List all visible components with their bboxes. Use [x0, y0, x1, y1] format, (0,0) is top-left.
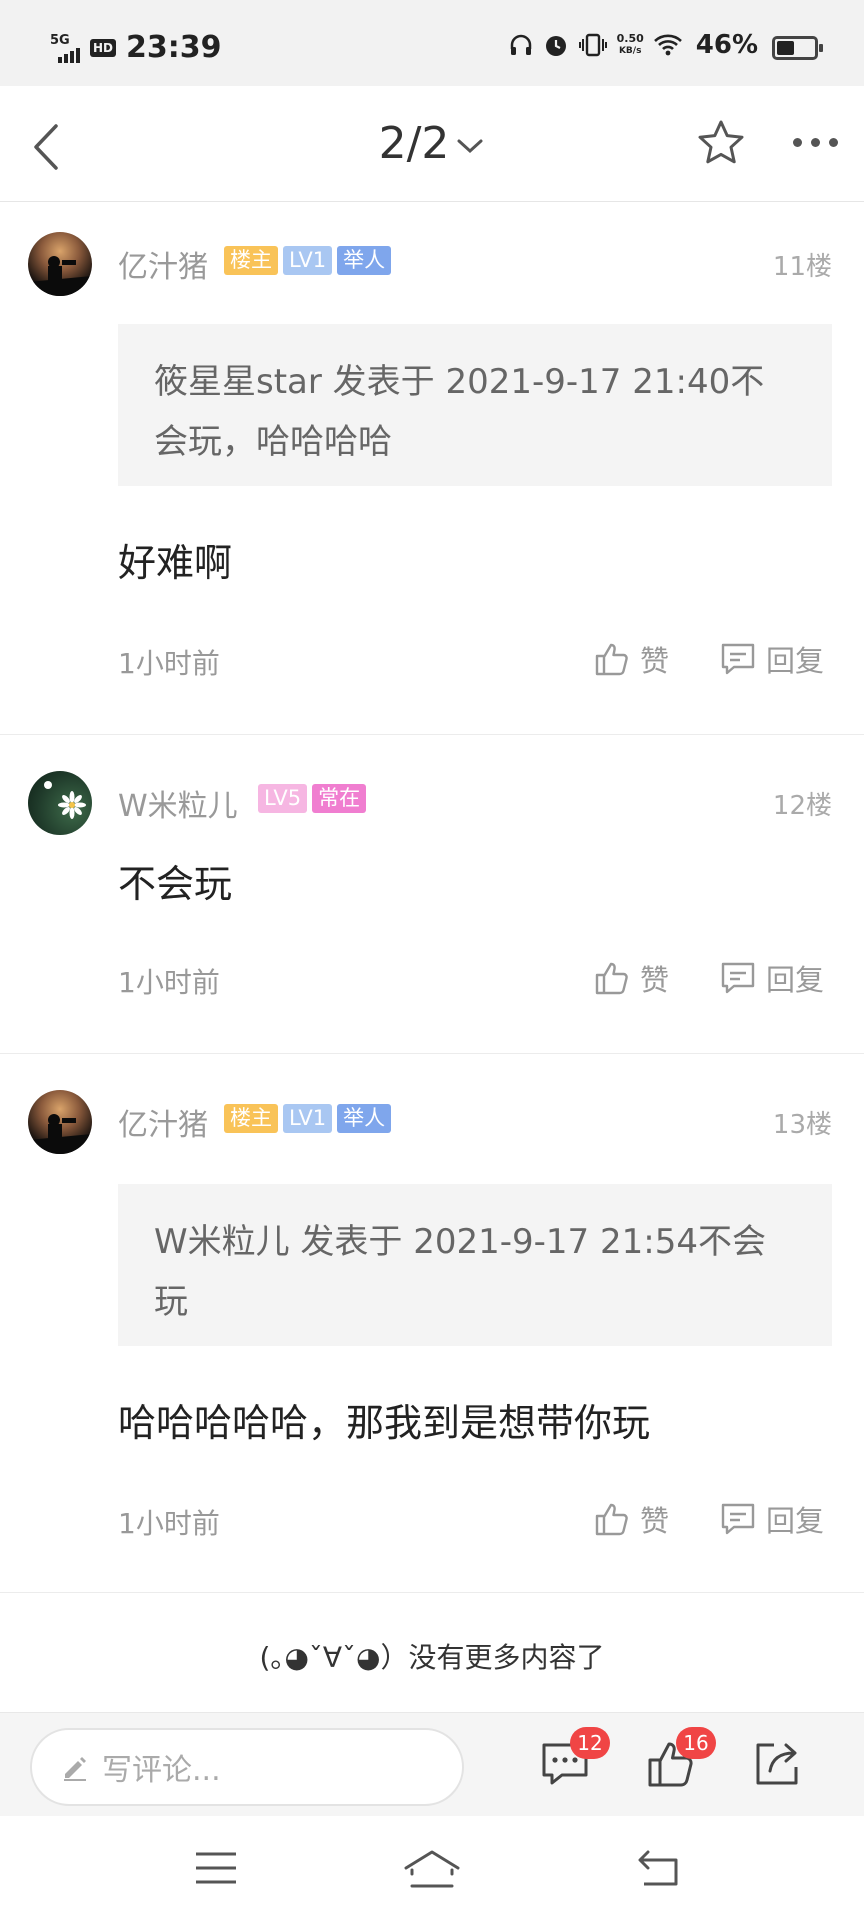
user-badges: 楼主 LV1 举人 [224, 246, 392, 275]
battery-percent: 46% [695, 30, 758, 60]
hd-indicator: HD [90, 38, 117, 57]
thumbs-up-icon [595, 1503, 628, 1536]
network-type: 5G [50, 32, 70, 48]
comment-text: 哈哈哈哈哈，那我到是想带你玩 [118, 1401, 651, 1445]
comment-text: 不会玩 [118, 862, 233, 906]
badge-rank: 常在 [312, 784, 367, 813]
comment-item: W米粒儿 LV5 常在 12楼 不会玩 1小时前 赞 回复 [0, 735, 864, 1053]
username[interactable]: 亿汁猪 [118, 242, 208, 286]
quoted-reply[interactable]: W米粒儿 发表于 2021-9-17 21:54不会玩 [118, 1184, 832, 1346]
thumbs-up-icon [595, 962, 628, 995]
reply-bubble-icon [721, 1503, 755, 1535]
top-nav-bar: 2/2 [0, 86, 864, 202]
badge-owner: 楼主 [224, 1104, 278, 1133]
like-button[interactable]: 赞 [594, 638, 669, 680]
comment-input[interactable]: 写评论... [30, 1728, 464, 1806]
thumbs-up-icon [595, 643, 628, 676]
like-label: 赞 [640, 644, 670, 678]
network-speed: 0.50 KB/s [617, 33, 644, 57]
comment-bar: 写评论... 12 16 [0, 1712, 864, 1816]
end-of-list-text: (｡◕ˇ∀ˇ◕）没有更多内容了 [259, 1641, 605, 1674]
comment-count-badge: 12 [570, 1727, 610, 1759]
back-icon[interactable] [636, 1850, 680, 1888]
badge-owner: 楼主 [224, 246, 278, 275]
avatar[interactable] [28, 771, 92, 835]
username[interactable]: W米粒儿 [118, 781, 238, 825]
chevron-down-icon [457, 139, 483, 154]
comment-item: 亿汁猪 楼主 LV1 举人 11楼 筱星星star 发表于 2021-9-17 … [0, 202, 864, 734]
page-indicator: 2/2 [378, 118, 450, 169]
badge-level: LV5 [258, 784, 308, 813]
floor-number: 11楼 [772, 252, 832, 282]
menu-icon[interactable] [194, 1850, 238, 1886]
user-badges: 楼主 LV1 举人 [224, 1104, 392, 1133]
speed-value: 0.50 [616, 32, 644, 45]
pencil-icon [64, 1757, 86, 1781]
floor-number: 12楼 [772, 791, 832, 821]
clock: 23:39 [126, 30, 222, 65]
like-label: 赞 [640, 963, 670, 997]
post-time: 1小时前 [118, 647, 220, 680]
like-post-button[interactable]: 16 [646, 1727, 716, 1793]
battery-icon [772, 36, 823, 60]
system-nav-bar [0, 1816, 864, 1920]
reply-label: 回复 [766, 644, 825, 678]
avatar[interactable] [28, 232, 92, 296]
badge-rank: 举人 [337, 1104, 392, 1133]
user-badges: LV5 常在 [258, 784, 367, 813]
share-button[interactable] [752, 1739, 802, 1793]
signal-icon: 5G [50, 33, 86, 63]
reply-label: 回复 [766, 1504, 825, 1538]
like-count-badge: 16 [676, 1727, 716, 1759]
more-options-icon[interactable] [793, 138, 838, 147]
comment-item: 亿汁猪 楼主 LV1 举人 13楼 W米粒儿 发表于 2021-9-17 21:… [0, 1054, 864, 1592]
avatar[interactable] [28, 1090, 92, 1154]
status-bar: 5G HD 23:39 0.50 KB/s 46% [0, 0, 864, 86]
speed-unit: KB/s [618, 46, 642, 56]
comments-button[interactable]: 12 [540, 1727, 610, 1793]
favorite-star-icon[interactable] [696, 118, 746, 168]
comment-placeholder: 写评论... [102, 1753, 221, 1788]
quoted-reply[interactable]: 筱星星star 发表于 2021-9-17 21:40不会玩，哈哈哈哈 [118, 324, 832, 486]
reply-bubble-icon [721, 643, 755, 675]
reply-button[interactable]: 回复 [720, 1498, 824, 1540]
reply-button[interactable]: 回复 [720, 957, 824, 999]
like-button[interactable]: 赞 [594, 957, 669, 999]
wifi-icon [653, 34, 682, 56]
share-icon [756, 1743, 798, 1785]
badge-rank: 举人 [337, 246, 392, 275]
home-icon[interactable] [404, 1850, 460, 1890]
status-left: 5G HD 23:39 [50, 30, 222, 65]
post-time: 1小时前 [118, 1507, 220, 1540]
badge-level: LV1 [283, 246, 333, 275]
like-label: 赞 [640, 1504, 670, 1538]
status-right: 0.50 KB/s 46% [509, 30, 758, 60]
comment-text: 好难啊 [118, 541, 233, 585]
divider [0, 1592, 864, 1593]
alarm-icon [545, 36, 566, 56]
reply-button[interactable]: 回复 [720, 638, 824, 680]
headphones-icon [510, 34, 531, 55]
reply-label: 回复 [766, 963, 825, 997]
floor-number: 13楼 [772, 1110, 832, 1140]
post-time: 1小时前 [118, 966, 220, 999]
vibrate-icon [578, 33, 607, 57]
badge-level: LV1 [283, 1104, 333, 1133]
username[interactable]: 亿汁猪 [118, 1100, 208, 1144]
reply-bubble-icon [721, 962, 755, 994]
like-button[interactable]: 赞 [594, 1498, 669, 1540]
